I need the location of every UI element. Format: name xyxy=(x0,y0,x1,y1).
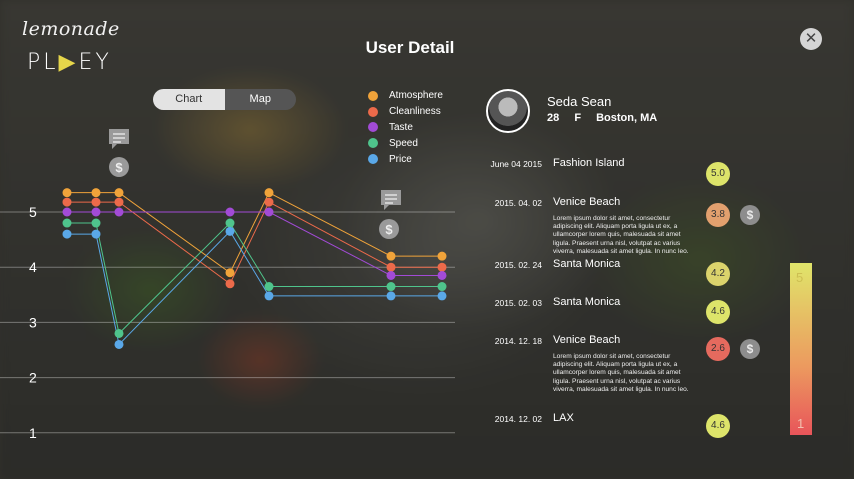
y-tick-label: 2 xyxy=(29,370,37,386)
visit-score-badge: 4.6 xyxy=(706,300,730,324)
data-point-atmosphere[interactable] xyxy=(91,188,101,198)
visit-score-badge: 4.6 xyxy=(706,414,730,438)
user-name: Seda Sean xyxy=(547,94,612,109)
y-tick-label: 1 xyxy=(29,425,37,441)
scale-min-label: 1 xyxy=(797,416,805,431)
data-point-price[interactable] xyxy=(114,339,124,349)
rating-scale-bar xyxy=(790,263,812,435)
user-avatar xyxy=(486,89,530,133)
data-point-speed[interactable] xyxy=(91,218,101,228)
data-point-taste[interactable] xyxy=(264,207,274,217)
user-meta: 28 F Boston, MA xyxy=(547,112,669,124)
data-point-price[interactable] xyxy=(91,229,101,239)
data-point-taste[interactable] xyxy=(386,270,396,280)
visit-place: Venice Beach xyxy=(553,196,621,208)
data-point-cleanliness[interactable] xyxy=(62,197,72,207)
visit-place: Santa Monica xyxy=(553,296,621,308)
data-point-taste[interactable] xyxy=(114,207,124,217)
series-line-price xyxy=(67,230,442,346)
scale-max-label: 5 xyxy=(796,270,804,285)
data-point-speed[interactable] xyxy=(437,282,447,292)
user-city: Boston, MA xyxy=(596,112,658,124)
data-point-price[interactable] xyxy=(437,291,447,301)
data-point-cleanliness[interactable] xyxy=(437,262,447,272)
series-line-speed xyxy=(67,222,442,335)
data-point-atmosphere[interactable] xyxy=(62,188,72,198)
visit-place: LAX xyxy=(553,412,574,424)
data-point-atmosphere[interactable] xyxy=(264,188,274,198)
close-button[interactable]: ✕ xyxy=(800,28,822,50)
data-point-taste[interactable] xyxy=(225,207,235,217)
data-point-cleanliness[interactable] xyxy=(264,197,274,207)
data-point-price[interactable] xyxy=(62,229,72,239)
price-dollar-icon: $ xyxy=(740,339,760,359)
visit-date: 2014. 12. 02 xyxy=(494,414,542,424)
comment-icon[interactable] xyxy=(109,129,129,149)
svg-text:$: $ xyxy=(385,222,393,237)
data-point-taste[interactable] xyxy=(62,207,72,217)
visit-date: 2015. 02. 24 xyxy=(494,260,542,270)
svg-text:$: $ xyxy=(115,160,123,175)
visit-date: 2015. 02. 03 xyxy=(494,298,542,308)
dollar-icon[interactable]: $ xyxy=(379,219,399,239)
visit-place: Santa Monica xyxy=(553,258,621,270)
data-point-speed[interactable] xyxy=(264,282,274,292)
y-tick-label: 3 xyxy=(29,314,37,330)
data-point-price[interactable] xyxy=(225,226,235,236)
visit-score-badge: 2.6 xyxy=(706,337,730,361)
data-point-speed[interactable] xyxy=(62,218,72,228)
visit-date: 2014. 12. 18 xyxy=(494,336,542,346)
data-point-atmosphere[interactable] xyxy=(225,268,235,278)
visit-place: Fashion Island xyxy=(553,157,625,169)
visit-date: June 04 2015 xyxy=(490,159,542,169)
data-point-cleanliness[interactable] xyxy=(114,197,124,207)
visit-place: Venice Beach xyxy=(553,334,621,346)
user-age: 28 xyxy=(547,112,560,124)
visit-score-badge: 3.8 xyxy=(706,203,730,227)
user-gender: F xyxy=(574,112,582,124)
y-tick-label: 4 xyxy=(29,259,37,275)
comment-icon[interactable] xyxy=(381,190,401,210)
y-tick-label: 5 xyxy=(29,204,37,220)
data-point-speed[interactable] xyxy=(225,218,235,228)
data-point-cleanliness[interactable] xyxy=(386,262,396,272)
close-icon: ✕ xyxy=(804,30,818,47)
visit-review-text: Lorem ipsum dolor sit amet, consectetur … xyxy=(553,215,689,255)
visit-score-badge: 5.0 xyxy=(706,162,730,186)
data-point-atmosphere[interactable] xyxy=(386,251,396,261)
dollar-icon[interactable]: $ xyxy=(109,157,129,177)
data-point-cleanliness[interactable] xyxy=(91,197,101,207)
visit-date: 2015. 04. 02 xyxy=(494,198,542,208)
data-point-price[interactable] xyxy=(264,291,274,301)
visit-score-badge: 4.2 xyxy=(706,262,730,286)
data-point-taste[interactable] xyxy=(437,270,447,280)
data-point-price[interactable] xyxy=(386,291,396,301)
price-dollar-icon: $ xyxy=(740,205,760,225)
data-point-cleanliness[interactable] xyxy=(225,279,235,289)
data-point-speed[interactable] xyxy=(114,328,124,338)
data-point-atmosphere[interactable] xyxy=(437,251,447,261)
data-point-atmosphere[interactable] xyxy=(114,188,124,198)
data-point-speed[interactable] xyxy=(386,282,396,292)
data-point-taste[interactable] xyxy=(91,207,101,217)
ratings-line-chart: 5 4 3 2 1 $ $ xyxy=(0,129,455,441)
visit-review-text: Lorem ipsum dolor sit amet, consectetur … xyxy=(553,353,689,393)
